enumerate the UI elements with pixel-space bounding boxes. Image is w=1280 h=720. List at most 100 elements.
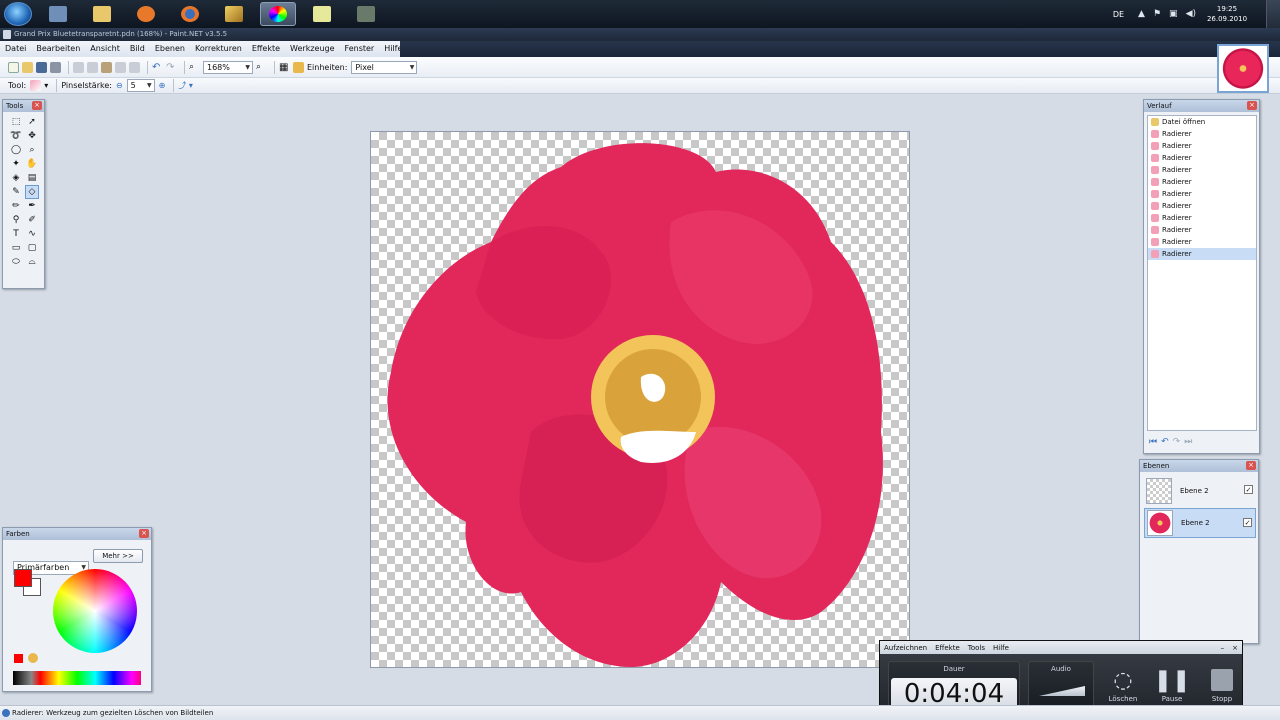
recorder-menu-item[interactable]: Tools <box>964 644 989 652</box>
redo-icon[interactable]: ↷ <box>1173 437 1181 447</box>
line-curve-tool[interactable]: ∿ <box>25 227 39 241</box>
taskbar-notes-button[interactable] <box>304 2 340 26</box>
minimize-icon[interactable]: – <box>1217 644 1229 652</box>
menu-ansicht[interactable]: Ansicht <box>85 41 125 57</box>
taskbar-recorder-button[interactable] <box>348 2 384 26</box>
history-item[interactable]: Radierer <box>1148 164 1256 176</box>
decrease-icon[interactable]: ⊖ <box>116 81 123 90</box>
antialias-icon[interactable]: ⤴ ▾ <box>178 80 193 91</box>
layer-visibility-checkbox[interactable]: ✓ <box>1243 518 1252 527</box>
clone-stamp-tool[interactable]: ⚲ <box>9 213 23 227</box>
more-colors-button[interactable]: Mehr >> <box>93 549 143 563</box>
language-indicator[interactable]: DE <box>1113 10 1124 19</box>
ruler-icon[interactable] <box>293 61 304 73</box>
redo-icon[interactable]: ↷ <box>166 62 177 73</box>
lasso-tool[interactable]: ➰ <box>9 129 23 143</box>
ellipse-select-tool[interactable]: ◯ <box>9 143 23 157</box>
history-item[interactable]: Datei öffnen <box>1148 116 1256 128</box>
rounded-rect-tool[interactable]: ▢ <box>25 241 39 255</box>
brush-width-combo[interactable]: 5 ▼ <box>126 79 155 92</box>
pan-tool[interactable]: ✋ <box>25 157 39 171</box>
recorder-menu-item[interactable]: Hilfe <box>989 644 1013 652</box>
fast-forward-icon[interactable]: ⏭ <box>1184 437 1192 447</box>
deselect-icon[interactable] <box>129 61 140 73</box>
history-item[interactable]: Radierer <box>1148 212 1256 224</box>
recorder-menu-item[interactable]: Effekte <box>931 644 964 652</box>
menu-werkzeuge[interactable]: Werkzeuge <box>285 41 339 57</box>
taskbar-color-app-button[interactable] <box>260 2 296 26</box>
history-item[interactable]: Radierer <box>1148 236 1256 248</box>
units-combo[interactable]: Pixel ▼ <box>351 60 418 74</box>
magic-wand-tool[interactable]: ✦ <box>9 157 23 171</box>
close-icon[interactable]: × <box>139 529 149 538</box>
undo-icon[interactable]: ↶ <box>152 62 163 73</box>
history-item[interactable]: Radierer <box>1148 176 1256 188</box>
start-button[interactable] <box>4 2 32 26</box>
audio-level-slider[interactable] <box>1039 686 1085 696</box>
volume-icon[interactable]: ◀) <box>1186 9 1196 19</box>
arrow-up-icon[interactable]: ▲ <box>1138 9 1145 19</box>
crop-icon[interactable] <box>115 61 126 73</box>
close-icon[interactable]: × <box>32 101 42 110</box>
undo-icon[interactable]: ↶ <box>1161 437 1169 447</box>
zoom-combo[interactable]: 168% ▼ <box>203 60 253 74</box>
rect-select-tool[interactable]: ⬚ <box>9 115 23 129</box>
taskbar-explorer-button[interactable] <box>40 2 76 26</box>
history-item[interactable]: Radierer <box>1148 152 1256 164</box>
history-item[interactable]: Radierer <box>1148 188 1256 200</box>
primary-color-swatch[interactable] <box>14 569 32 587</box>
freeform-tool[interactable]: ⌓ <box>25 255 39 269</box>
history-item[interactable]: Radierer <box>1148 224 1256 236</box>
recolor-tool[interactable]: ✐ <box>25 213 39 227</box>
history-item[interactable]: Radierer <box>1148 200 1256 212</box>
layer-row-selected[interactable]: Ebene 2 ✓ <box>1144 508 1256 538</box>
image-thumbnail[interactable] <box>1217 44 1269 93</box>
history-item[interactable]: Radierer <box>1148 128 1256 140</box>
cut-icon[interactable] <box>73 61 84 73</box>
layer-visibility-checkbox[interactable]: ✓ <box>1244 485 1253 494</box>
ellipse-tool[interactable]: ⬭ <box>9 255 23 269</box>
save-icon[interactable] <box>36 61 47 73</box>
color-wheel[interactable] <box>53 569 137 653</box>
text-tool[interactable]: T <box>9 227 23 241</box>
menu-ebenen[interactable]: Ebenen <box>150 41 190 57</box>
open-folder-icon[interactable] <box>22 61 33 73</box>
layer-row[interactable]: Ebene 2 ✓ <box>1144 476 1256 506</box>
zoom-in-icon[interactable]: ⌕ <box>256 62 267 73</box>
menu-fenster[interactable]: Fenster <box>340 41 380 57</box>
new-file-icon[interactable] <box>8 61 19 73</box>
paste-icon[interactable] <box>101 61 112 73</box>
gradient-tool[interactable]: ▤ <box>25 171 39 185</box>
menu-datei[interactable]: Datei <box>0 41 31 57</box>
grid-icon[interactable]: ▦ <box>279 62 290 73</box>
history-item-selected[interactable]: Radierer <box>1148 248 1256 260</box>
menu-bearbeiten[interactable]: Bearbeiten <box>31 41 85 57</box>
menu-bild[interactable]: Bild <box>125 41 150 57</box>
zoom-tool[interactable]: ⌕ <box>25 143 39 157</box>
tool-dropdown-arrow[interactable]: ▾ <box>44 81 48 90</box>
rectangle-tool[interactable]: ▭ <box>9 241 23 255</box>
zoom-out-icon[interactable]: ⌕ <box>189 62 200 73</box>
move-selection-tool[interactable]: ➚ <box>25 115 39 129</box>
eraser-icon[interactable] <box>30 80 42 91</box>
increase-icon[interactable]: ⊕ <box>159 81 166 90</box>
color-palette-strip[interactable] <box>13 671 141 685</box>
flag-icon[interactable]: ⚑ <box>1153 9 1161 19</box>
taskbar-folder-button[interactable] <box>84 2 120 26</box>
taskbar-firefox-button[interactable] <box>172 2 208 26</box>
network-icon[interactable]: ▣ <box>1169 9 1178 19</box>
print-icon[interactable] <box>50 61 61 73</box>
primary-mini-swatch[interactable] <box>14 654 23 663</box>
menu-effekte[interactable]: Effekte <box>247 41 285 57</box>
close-icon[interactable]: × <box>1247 101 1257 110</box>
rewind-icon[interactable]: ⏮ <box>1149 437 1157 447</box>
menu-korrekturen[interactable]: Korrekturen <box>190 41 247 57</box>
close-icon[interactable]: × <box>1246 461 1256 470</box>
palette-icon[interactable] <box>28 653 38 663</box>
paintbrush-tool[interactable]: ✎ <box>9 185 23 199</box>
eraser-tool[interactable]: ◇ <box>25 185 39 199</box>
image-canvas[interactable] <box>370 131 910 668</box>
move-selected-tool[interactable]: ✥ <box>25 129 39 143</box>
clock[interactable]: 19:25 26.09.2010 <box>1204 4 1250 24</box>
show-desktop-button[interactable] <box>1266 0 1280 28</box>
